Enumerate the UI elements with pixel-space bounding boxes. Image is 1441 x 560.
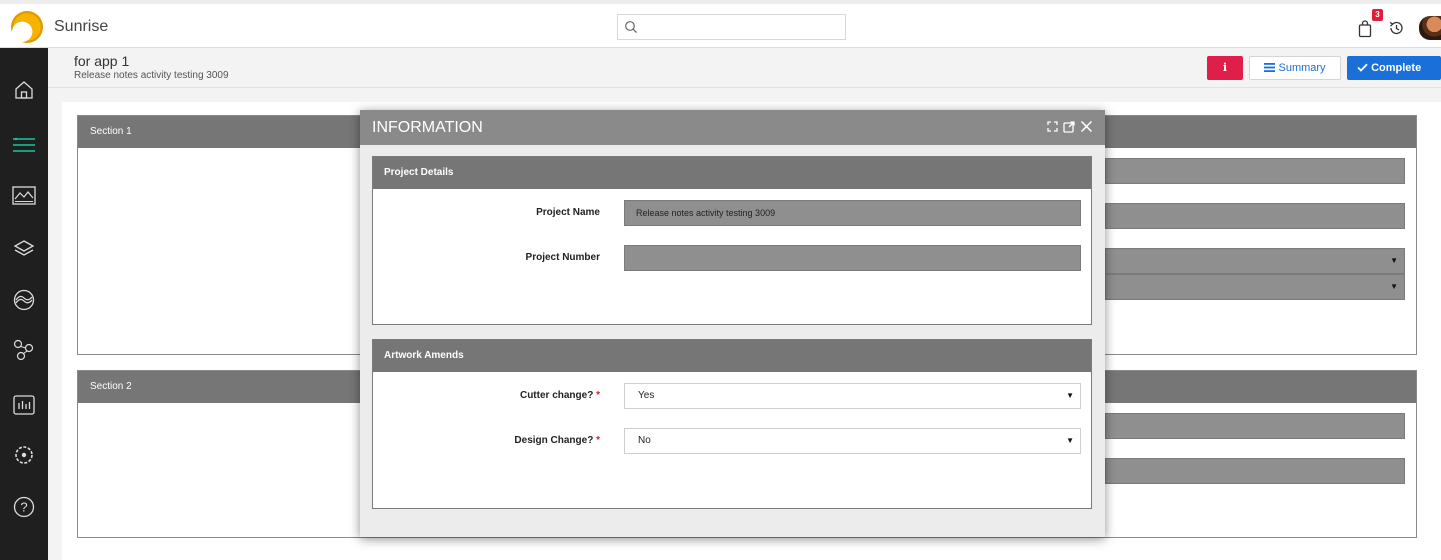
sidebar-item-workflow[interactable] (0, 330, 48, 370)
modal-title: INFORMATION (360, 110, 1105, 145)
sidebar-item-settings[interactable] (0, 435, 48, 475)
background-field[interactable] (1105, 458, 1405, 484)
artwork-amends-panel: Artwork Amends Cutter change? * Yes ▼ De… (372, 339, 1092, 509)
summary-button[interactable]: Summary (1249, 56, 1341, 80)
design-change-select[interactable]: No ▼ (624, 428, 1081, 454)
help-icon: ? (13, 496, 35, 518)
project-name-label: Project Name (536, 207, 600, 218)
list-lines-icon (1264, 63, 1276, 72)
shopping-bag-icon[interactable] (1358, 20, 1372, 38)
search-input[interactable] (617, 14, 846, 40)
sidebar-item-analytics[interactable] (0, 280, 48, 320)
sidebar-item-reports[interactable] (0, 385, 48, 425)
caret-down-icon: ▼ (1066, 436, 1074, 445)
top-bar: Sunrise 3 (0, 0, 1441, 48)
design-change-label: Design Change? * (410, 435, 600, 446)
sidebar: ? (0, 48, 48, 560)
search-icon (625, 21, 638, 34)
sidebar-item-list[interactable] (0, 125, 48, 165)
sidebar-item-help[interactable]: ? (0, 487, 48, 527)
summary-label: Summary (1278, 62, 1326, 74)
project-details-heading: Project Details (373, 157, 1091, 189)
popout-icon[interactable] (1063, 120, 1075, 133)
design-change-text: Design Change? (514, 435, 594, 446)
project-number-label: Project Number (525, 252, 600, 263)
sidebar-item-home[interactable] (0, 70, 48, 110)
cutter-change-select[interactable]: Yes ▼ (624, 383, 1081, 409)
app-name: Sunrise (54, 18, 109, 35)
sunrise-logo-icon[interactable] (11, 11, 43, 43)
background-field[interactable] (1105, 158, 1405, 184)
sidebar-item-artwork[interactable] (0, 176, 48, 216)
list-icon (13, 137, 35, 152)
bar-chart-icon (13, 395, 35, 415)
complete-label: Complete (1371, 62, 1422, 74)
avatar[interactable] (1419, 16, 1441, 40)
history-icon[interactable] (1387, 19, 1405, 37)
background-field[interactable] (1105, 413, 1405, 439)
project-name-field[interactable]: Release notes activity testing 3009 (624, 200, 1081, 226)
required-mark: * (596, 390, 600, 401)
close-icon[interactable] (1080, 120, 1093, 133)
settings-icon (15, 446, 33, 464)
workflow-icon (13, 339, 34, 361)
sidebar-item-layers[interactable] (0, 229, 48, 269)
page-subtitle: Release notes activity testing 3009 (74, 70, 229, 81)
home-icon (15, 81, 33, 99)
background-field[interactable] (1105, 203, 1405, 229)
fullscreen-icon[interactable] (1047, 121, 1058, 132)
modal-toolbar (1047, 120, 1093, 133)
circle-wave-icon (13, 289, 35, 311)
artwork-amends-heading: Artwork Amends (373, 340, 1091, 372)
notification-badge: 3 (1372, 9, 1383, 21)
background-select[interactable]: ▼ (1105, 248, 1405, 274)
svg-text:?: ? (20, 500, 27, 515)
required-mark: * (596, 435, 600, 446)
information-modal: INFORMATION Project Details Project Name… (360, 110, 1105, 537)
background-select[interactable]: ▼ (1105, 274, 1405, 300)
page-title: for app 1 (74, 53, 130, 69)
cutter-change-text: Cutter change? (519, 390, 594, 401)
info-button[interactable]: i (1207, 56, 1243, 80)
image-icon (12, 186, 36, 205)
page-header: for app 1 Release notes activity testing… (48, 48, 1441, 88)
complete-button[interactable]: Complete (1347, 56, 1441, 80)
project-details-panel: Project Details Project Name Release not… (372, 156, 1092, 325)
cutter-change-value: Yes (638, 390, 655, 401)
check-icon (1357, 63, 1368, 72)
project-number-field[interactable] (624, 245, 1081, 271)
caret-down-icon: ▼ (1390, 256, 1398, 265)
layers-icon (13, 240, 35, 256)
design-change-value: No (638, 435, 651, 446)
cutter-change-label: Cutter change? * (410, 390, 600, 401)
caret-down-icon: ▼ (1390, 282, 1398, 291)
caret-down-icon: ▼ (1066, 391, 1074, 400)
